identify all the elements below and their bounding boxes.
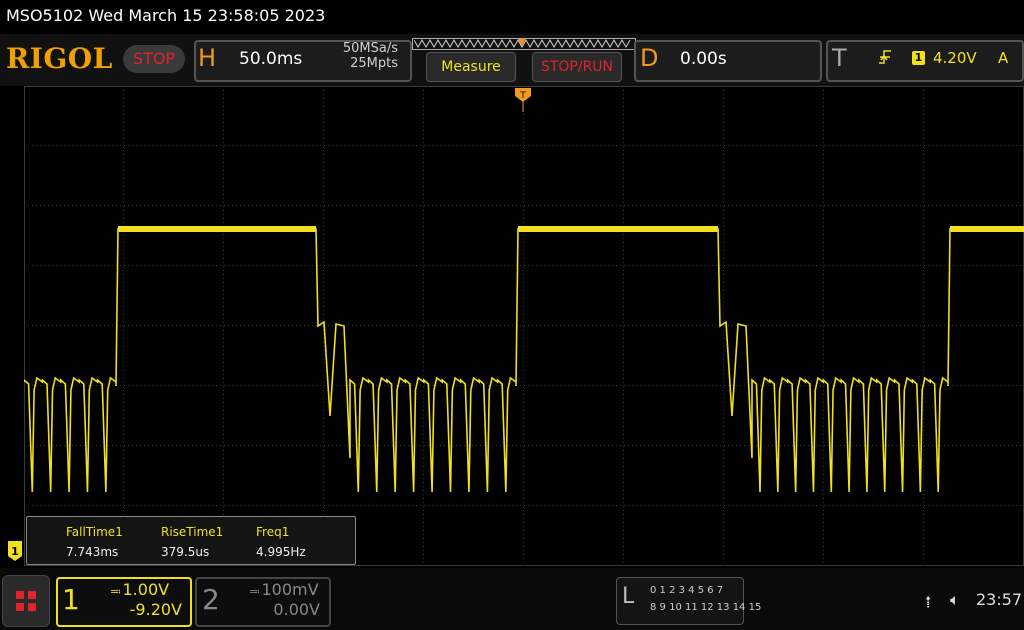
measure-label-risetime: RiseTime1 — [161, 525, 224, 539]
ch1-scale-value: 1.00V — [122, 580, 170, 599]
trigger-level: 4.20V — [933, 49, 977, 67]
ch1-offset: -9.20V — [129, 600, 182, 619]
ch1-high-level — [118, 226, 316, 232]
graticule — [24, 86, 1024, 566]
ch2-scale: ≕ 100mV — [249, 580, 319, 599]
logic-channels-row2: 8 9 10 11 12 13 14 15 — [650, 602, 762, 613]
delay-value: 0.00s — [680, 49, 727, 69]
timeline-trigger-marker-icon: ▼ — [518, 37, 526, 48]
measure-label-freq: Freq1 — [256, 525, 290, 539]
rising-edge-icon — [878, 49, 892, 69]
stop-run-button[interactable]: STOP/RUN — [532, 52, 622, 82]
sample-rate: 50MSa/s — [342, 41, 398, 56]
trigger-position-marker-icon[interactable]: T — [515, 88, 531, 112]
ch1-scale: ≕ 1.00V — [110, 580, 169, 599]
ch2-number: 2 — [202, 583, 220, 616]
brand-logo: RIGOL — [6, 42, 113, 75]
measure-value-freq: 4.995Hz — [256, 545, 306, 559]
ch1-high-level — [518, 226, 718, 232]
clock: 23:57 — [976, 590, 1023, 609]
timebase-value: 50.0ms — [239, 49, 303, 69]
ch1-waveform — [24, 228, 1024, 493]
dc-coupling-icon: ≕ — [249, 585, 262, 598]
speaker-mute-icon[interactable]: 🔈︎ — [950, 590, 960, 610]
window-title: MSO5102 Wed March 15 23:58:05 2023 — [6, 6, 326, 25]
acquisition-info: 50MSa/s 25Mpts — [300, 41, 398, 71]
svg-text:T: T — [519, 91, 526, 101]
ch2-scale-value: 100mV — [261, 580, 319, 599]
dc-coupling-icon: ≕ — [110, 585, 123, 598]
measure-button[interactable]: Measure — [426, 52, 516, 82]
measure-value-risetime: 379.5us — [161, 545, 210, 559]
logic-label: L — [622, 584, 635, 609]
ch2-offset: 0.00V — [273, 600, 320, 619]
ch1-ground-marker-icon[interactable]: 1 — [8, 541, 22, 561]
menu-grid-icon — [16, 591, 36, 611]
horizontal-label: H — [198, 44, 217, 72]
delay-label: D — [640, 44, 659, 72]
trigger-panel[interactable] — [826, 40, 1024, 82]
trigger-source-badge: 1 — [912, 51, 925, 65]
measure-label-falltime: FallTime1 — [66, 525, 123, 539]
ch1-number: 1 — [62, 583, 80, 616]
logic-channels-row1: 0 1 2 3 4 5 6 7 — [650, 585, 724, 596]
main-menu-button[interactable] — [2, 575, 50, 627]
usb-icon: ⭫ — [925, 592, 932, 613]
trigger-label: T — [832, 44, 847, 72]
waveform-display[interactable] — [24, 86, 1024, 566]
ch1-high-level — [950, 226, 1024, 232]
run-state-badge[interactable]: STOP — [123, 45, 185, 73]
memory-depth: 25Mpts — [350, 56, 398, 71]
measure-value-falltime: 7.743ms — [66, 545, 119, 559]
trigger-mode: A — [998, 49, 1009, 67]
delay-panel[interactable] — [634, 40, 822, 82]
